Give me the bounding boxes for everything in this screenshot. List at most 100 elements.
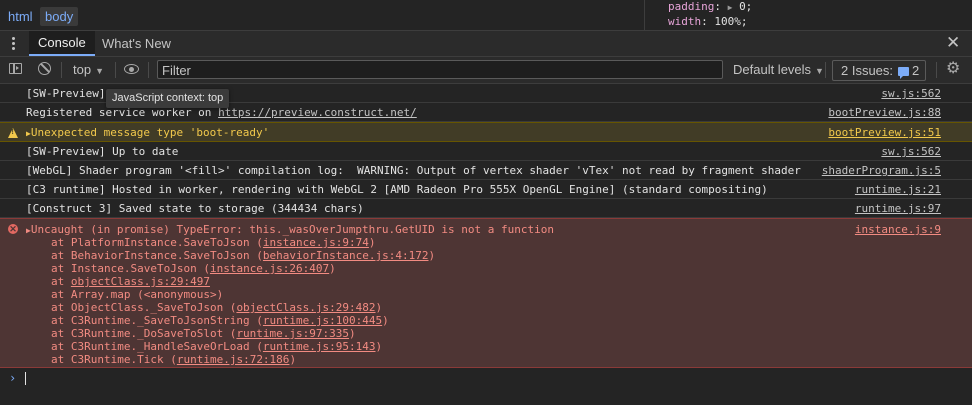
style-prop: width xyxy=(668,15,702,28)
filter-input[interactable]: Filter xyxy=(157,60,723,79)
issues-label: 2 Issues: xyxy=(841,63,894,78)
frame-text: at Array.map (<anonymous>) xyxy=(51,288,224,301)
log-levels-label: Default levels xyxy=(733,62,812,77)
source-link[interactable]: sw.js:562 xyxy=(881,87,941,100)
stack-frame: at C3Runtime._DoSaveToSlot (runtime.js:9… xyxy=(51,327,356,340)
message-text: [Construct 3] Saved state to storage (34… xyxy=(26,202,364,215)
issues-button[interactable]: 2 Issues: 2 xyxy=(832,60,927,81)
context-tooltip: JavaScript context: top xyxy=(106,89,230,108)
log-levels-dropdown[interactable]: Default levels ▼ xyxy=(733,57,824,83)
console-message: [C3 runtime] Hosted in worker, rendering… xyxy=(0,180,972,199)
close-icon[interactable]: ✕ xyxy=(946,34,960,52)
source-link[interactable]: sw.js:562 xyxy=(881,145,941,158)
panel-divider[interactable] xyxy=(644,0,645,30)
drawer-tabbar: Console What's New ✕ xyxy=(0,31,972,57)
warning-text: Unexpected message type 'boot-ready' xyxy=(30,126,270,139)
frame-text: at Instance.SaveToJson ( xyxy=(51,262,210,275)
frame-link[interactable]: behaviorInstance.js:4:172 xyxy=(263,249,429,262)
more-options-icon[interactable] xyxy=(12,37,16,51)
toolbar-separator xyxy=(936,62,937,78)
error-icon: ✕ xyxy=(8,224,18,234)
frame-link[interactable]: runtime.js:100:445 xyxy=(263,314,382,327)
stack-frame: at Array.map (<anonymous>) xyxy=(51,288,223,301)
console-message: [SW-Preview] Up to date sw.js:562 xyxy=(0,142,972,161)
frame-suffix: ) xyxy=(289,353,297,366)
show-sidebar-icon[interactable] xyxy=(9,63,22,74)
styles-pane: padding: ▶ 0; width: 100%; xyxy=(668,0,752,29)
frame-text: at C3Runtime._SaveToJsonString ( xyxy=(51,314,263,327)
source-link[interactable]: runtime.js:21 xyxy=(855,183,941,196)
elements-strip: html body padding: ▶ 0; width: 100%; xyxy=(0,0,972,31)
message-text[interactable]: ▶Uncaught (in promise) TypeError: this._… xyxy=(26,223,554,236)
warning-message: ▶Unexpected message type 'boot-ready' bo… xyxy=(0,122,972,142)
style-prop: padding xyxy=(668,0,715,13)
live-expression-eye-icon[interactable] xyxy=(124,64,139,74)
frame-link[interactable]: objectClass.js:29:482 xyxy=(236,301,375,314)
frame-text: at C3Runtime.Tick ( xyxy=(51,353,177,366)
message-text: [WebGL] Shader program '<fill>' compilat… xyxy=(26,164,801,177)
frame-link[interactable]: instance.js:9:74 xyxy=(263,236,369,249)
stack-frame: at C3Runtime.Tick (runtime.js:72:186) xyxy=(51,353,296,366)
stack-frame: at C3Runtime._HandleSaveOrLoad (runtime.… xyxy=(51,340,382,353)
source-link[interactable]: bootPreview.js:88 xyxy=(828,106,941,119)
warning-icon xyxy=(8,128,18,138)
frame-link[interactable]: runtime.js:95:143 xyxy=(263,340,376,353)
error-text: Uncaught (in promise) TypeError: this._w… xyxy=(30,223,555,236)
tab-console[interactable]: Console xyxy=(29,31,95,56)
issue-message-icon xyxy=(898,67,910,79)
message-text: [C3 runtime] Hosted in worker, rendering… xyxy=(26,183,768,196)
console-messages: [SW-Preview] sw.js:562 Registered servic… xyxy=(0,84,972,405)
stack-frame: at PlatformInstance.SaveToJson (instance… xyxy=(51,236,376,249)
tab-whats-new[interactable]: What's New xyxy=(93,31,180,56)
context-selector[interactable]: top ▼ xyxy=(73,57,104,83)
style-rule-width[interactable]: width: 100%; xyxy=(668,15,752,29)
error-message: ✕ ▶Uncaught (in promise) TypeError: this… xyxy=(0,218,972,368)
toolbar-separator xyxy=(61,62,62,78)
toolbar-separator xyxy=(148,62,149,78)
chevron-down-icon: ▼ xyxy=(95,66,104,76)
frame-text: at BehaviorInstance.SaveToJson ( xyxy=(51,249,263,262)
devtools-panel: html body padding: ▶ 0; width: 100%; Con… xyxy=(0,0,972,405)
frame-link[interactable]: runtime.js:72:186 xyxy=(177,353,290,366)
style-rule-padding[interactable]: padding: ▶ 0; xyxy=(668,0,752,15)
gear-icon[interactable]: ⚙ xyxy=(946,61,960,77)
clear-console-icon[interactable] xyxy=(38,62,51,75)
stack-frame: at BehaviorInstance.SaveToJson (behavior… xyxy=(51,249,435,262)
console-message: [WebGL] Shader program '<fill>' compilat… xyxy=(0,161,972,180)
frame-suffix: ) xyxy=(329,262,336,275)
stack-frame: at Instance.SaveToJson (instance.js:26:4… xyxy=(51,262,336,275)
message-text: [SW-Preview] Up to date xyxy=(26,145,179,158)
expand-triangle-icon[interactable]: ▶ xyxy=(728,3,733,12)
console-toolbar: top ▼ Filter Default levels ▼ 2 Issues: 2 ⚙ xyxy=(0,57,972,84)
breadcrumb-body[interactable]: body xyxy=(40,7,79,26)
chevron-down-icon: ▼ xyxy=(815,66,824,76)
prompt-chevron-icon: › xyxy=(9,371,17,385)
frame-text: at ObjectClass._SaveToJson ( xyxy=(51,301,237,314)
style-value: 0; xyxy=(739,0,753,13)
toolbar-separator xyxy=(115,62,116,78)
source-link[interactable]: shaderProgram.js:5 xyxy=(822,164,941,177)
frame-suffix: ) xyxy=(349,327,356,340)
frame-suffix: ) xyxy=(375,301,383,314)
stack-frame: at ObjectClass._SaveToJson (objectClass.… xyxy=(51,301,382,314)
frame-suffix: ) xyxy=(368,236,376,249)
issues-count: 2 xyxy=(912,63,920,78)
text-caret xyxy=(25,372,26,385)
breadcrumb-html[interactable]: html xyxy=(3,7,38,26)
frame-text: at PlatformInstance.SaveToJson ( xyxy=(51,236,263,249)
stack-frame: at C3Runtime._SaveToJsonString (runtime.… xyxy=(51,314,389,327)
frame-link[interactable]: instance.js:26:407 xyxy=(210,262,329,275)
source-link[interactable]: runtime.js:97 xyxy=(855,202,941,215)
frame-link[interactable]: runtime.js:97:335 xyxy=(236,327,349,340)
breadcrumb: html body xyxy=(0,0,645,30)
frame-link[interactable]: objectClass.js:29:497 xyxy=(71,275,210,288)
context-label: top xyxy=(73,62,92,77)
message-text[interactable]: ▶Unexpected message type 'boot-ready' xyxy=(26,126,269,139)
message-text: [SW-Preview] xyxy=(26,87,113,100)
frame-text: at xyxy=(51,275,71,288)
console-prompt[interactable]: › xyxy=(0,369,972,389)
message-url-link[interactable]: https://preview.construct.net/ xyxy=(218,106,417,119)
stack-frame: at objectClass.js:29:497 xyxy=(51,275,210,288)
source-link[interactable]: instance.js:9 xyxy=(855,223,941,236)
source-link[interactable]: bootPreview.js:51 xyxy=(828,126,941,139)
